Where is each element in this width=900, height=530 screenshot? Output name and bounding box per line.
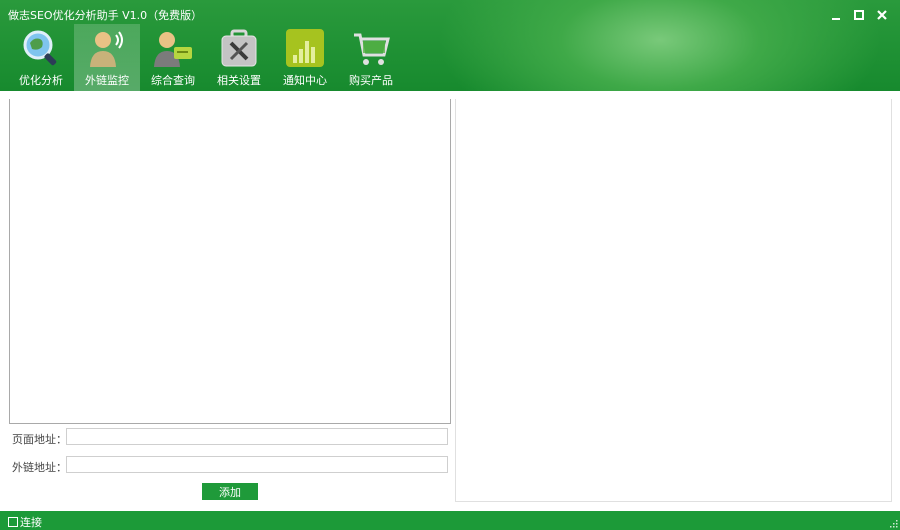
nav-label: 外链监控 bbox=[85, 74, 129, 87]
nav-label: 通知中心 bbox=[283, 74, 327, 87]
maximize-button[interactable] bbox=[850, 6, 868, 24]
link-url-label: 外链地址： bbox=[12, 461, 67, 474]
shopping-cart-icon bbox=[354, 33, 390, 65]
nav-item-buy-product[interactable]: 购买产品 bbox=[338, 24, 404, 91]
user-card-icon bbox=[154, 32, 192, 67]
nav-label: 综合查询 bbox=[151, 74, 195, 87]
nav-label: 购买产品 bbox=[349, 74, 393, 87]
nav-item-general-query[interactable]: 综合查询 bbox=[140, 24, 206, 91]
add-button[interactable]: 添加 bbox=[202, 483, 258, 500]
nav-label: 相关设置 bbox=[217, 74, 261, 87]
page-url-input[interactable] bbox=[66, 428, 448, 445]
status-bar: 连接 bbox=[0, 511, 900, 530]
link-list-panel[interactable] bbox=[9, 99, 451, 424]
link-url-input[interactable] bbox=[66, 456, 448, 473]
maximize-icon bbox=[854, 10, 864, 20]
page-url-label: 页面地址： bbox=[12, 433, 67, 446]
resize-grip-icon[interactable] bbox=[888, 518, 898, 528]
nav-item-settings[interactable]: 相关设置 bbox=[206, 24, 272, 91]
magnifier-globe-icon bbox=[23, 30, 57, 66]
close-button[interactable] bbox=[873, 6, 891, 24]
minimize-button[interactable] bbox=[827, 6, 845, 24]
main-nav: 优化分析 外链监控 综合查询 相关设置 通知中心 购买产品 bbox=[8, 24, 404, 91]
nav-item-optimize-analysis[interactable]: 优化分析 bbox=[8, 24, 74, 91]
status-checkbox-icon bbox=[8, 517, 18, 527]
app-title: 做志SEO优化分析助手 V1.0（免费版） bbox=[8, 9, 203, 22]
connection-status: 连接 bbox=[8, 514, 42, 530]
nav-item-link-monitor[interactable]: 外链监控 bbox=[74, 24, 140, 91]
minimize-icon bbox=[832, 18, 840, 20]
nav-label: 优化分析 bbox=[19, 74, 63, 87]
title-bar: 做志SEO优化分析助手 V1.0（免费版） 优化分析 外链监控 综合查询 相关设… bbox=[0, 0, 900, 91]
nav-item-notification-center[interactable]: 通知中心 bbox=[272, 24, 338, 91]
toolbox-icon bbox=[221, 29, 257, 67]
status-text: 连接 bbox=[20, 516, 42, 529]
equalizer-icon bbox=[286, 29, 324, 67]
user-broadcast-icon bbox=[90, 31, 123, 67]
result-panel[interactable] bbox=[455, 99, 892, 502]
close-icon bbox=[877, 10, 887, 20]
